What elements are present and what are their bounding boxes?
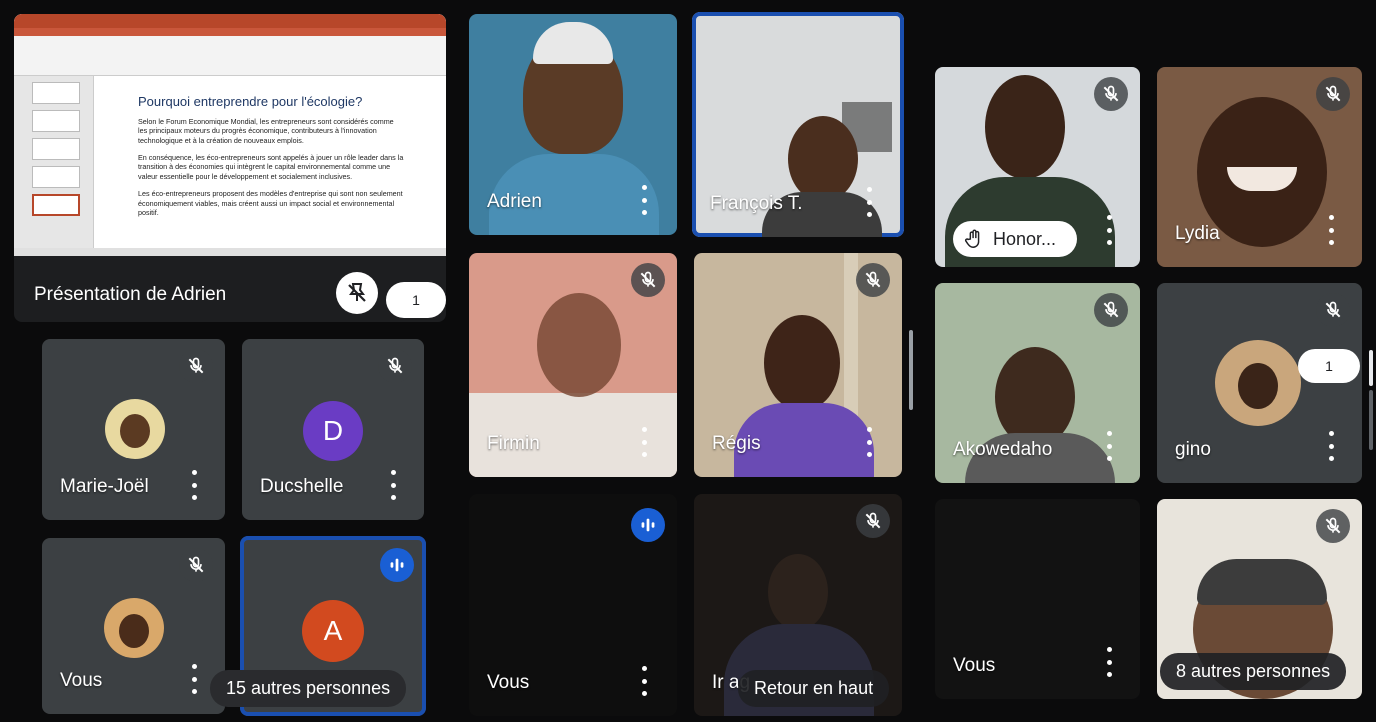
participant-name: Régis [712,433,761,454]
more-options-icon[interactable] [858,427,880,457]
more-options-icon[interactable] [633,666,655,696]
mic-off-icon [179,349,213,383]
participant-name: Adrien [487,191,542,212]
participant-tile[interactable]: Vous [42,538,225,714]
more-options-icon[interactable] [633,185,655,215]
participant-tile[interactable]: gino [1157,283,1362,483]
more-options-icon[interactable] [382,470,404,500]
participant-tile[interactable]: Adrien [469,14,677,235]
participant-count-badge[interactable]: 1 [1298,349,1360,383]
participant-name: Marie-Joël [60,476,149,497]
avatar: A [302,600,364,662]
participant-tile[interactable]: Régis [694,253,902,477]
participant-name: Vous [60,670,103,691]
slide-bullet: Selon le Forum Economique Mondial, les e… [138,117,394,145]
video-feed [995,347,1075,447]
thumbnail-strip [14,76,94,248]
ppt-status-bar [14,248,446,256]
participant-tile[interactable]: Vous [469,494,677,716]
slide-preview: Pourquoi entreprendre pour l'écologie? S… [14,14,446,256]
presentation-panel[interactable]: Pourquoi entreprendre pour l'écologie? S… [14,14,446,322]
avatar [1215,340,1301,426]
mic-off-icon [856,263,890,297]
participant-name: Vous [953,655,996,676]
slide-content: Pourquoi entreprendre pour l'écologie? S… [138,94,404,217]
slide-bullet: En conséquence, les éco-entrepreneurs so… [138,153,404,181]
unpin-button[interactable] [336,272,378,314]
avatar [104,598,164,658]
presentation-label: Présentation de Adrien [34,284,227,305]
more-options-icon[interactable] [1098,431,1120,461]
video-feed [768,554,828,630]
raised-hand-badge: Honor... [953,221,1077,257]
mic-off-icon [1094,293,1128,327]
scrollbar-track [1369,390,1373,450]
participant-name: François T. [710,193,803,214]
more-options-icon[interactable] [858,187,880,217]
more-options-icon[interactable] [183,664,205,694]
mic-off-icon [1316,77,1350,111]
unpin-icon [345,281,369,305]
scrollbar[interactable] [909,330,913,410]
mic-off-icon [1316,293,1350,327]
hand-icon [963,228,985,250]
scrollbar[interactable] [1369,350,1373,386]
speaking-indicator-icon [631,508,665,542]
mic-off-icon [1094,77,1128,111]
avatar: D [303,401,363,461]
more-options-icon[interactable] [1320,215,1342,245]
video-feed [788,116,858,202]
participant-tile[interactable]: D Ducshelle [242,339,424,520]
participant-name: Lydia [1175,223,1220,244]
participant-tile[interactable]: Akowedaho [935,283,1140,483]
back-to-top-button[interactable]: Retour en haut [738,670,890,707]
participant-name: Honor... [993,228,1057,249]
participant-count-badge[interactable]: 1 [386,282,446,318]
speaking-indicator-icon [380,548,414,582]
video-feed [985,75,1065,179]
participant-name: gino [1175,439,1211,460]
avatar [105,399,165,459]
more-options-icon[interactable] [1098,647,1120,677]
participant-name: Akowedaho [953,439,1053,460]
more-options-icon[interactable] [1098,215,1120,245]
mic-off-icon [1316,509,1350,543]
mic-off-icon [856,504,890,538]
video-feed [537,293,621,397]
mic-off-icon [378,349,412,383]
participant-tile[interactable]: Honor... [935,67,1140,267]
more-options-icon[interactable] [633,427,655,457]
participant-tile[interactable]: François T. [692,12,904,237]
participant-tile[interactable]: Vous [935,499,1140,699]
participant-name: Ducshelle [260,476,344,497]
participant-name: Vous [487,672,530,693]
participant-tile[interactable]: Marie-Joël [42,339,225,520]
slide-bullet: Les éco-entrepreneurs proposent des modè… [138,189,403,217]
more-participants-button[interactable]: 8 autres personnes [1160,653,1347,690]
more-participants-button[interactable]: 15 autres personnes [210,670,407,707]
participant-name: Firmin [487,433,540,454]
mic-off-icon [179,548,213,582]
mic-off-icon [631,263,665,297]
slide-title: Pourquoi entreprendre pour l'écologie? [138,94,363,109]
more-options-icon[interactable] [1320,431,1342,461]
video-feed [764,315,840,411]
participant-tile[interactable]: Lydia [1157,67,1362,267]
ppt-ribbon [14,14,446,76]
more-options-icon[interactable] [183,470,205,500]
participant-tile[interactable]: Firmin [469,253,677,477]
